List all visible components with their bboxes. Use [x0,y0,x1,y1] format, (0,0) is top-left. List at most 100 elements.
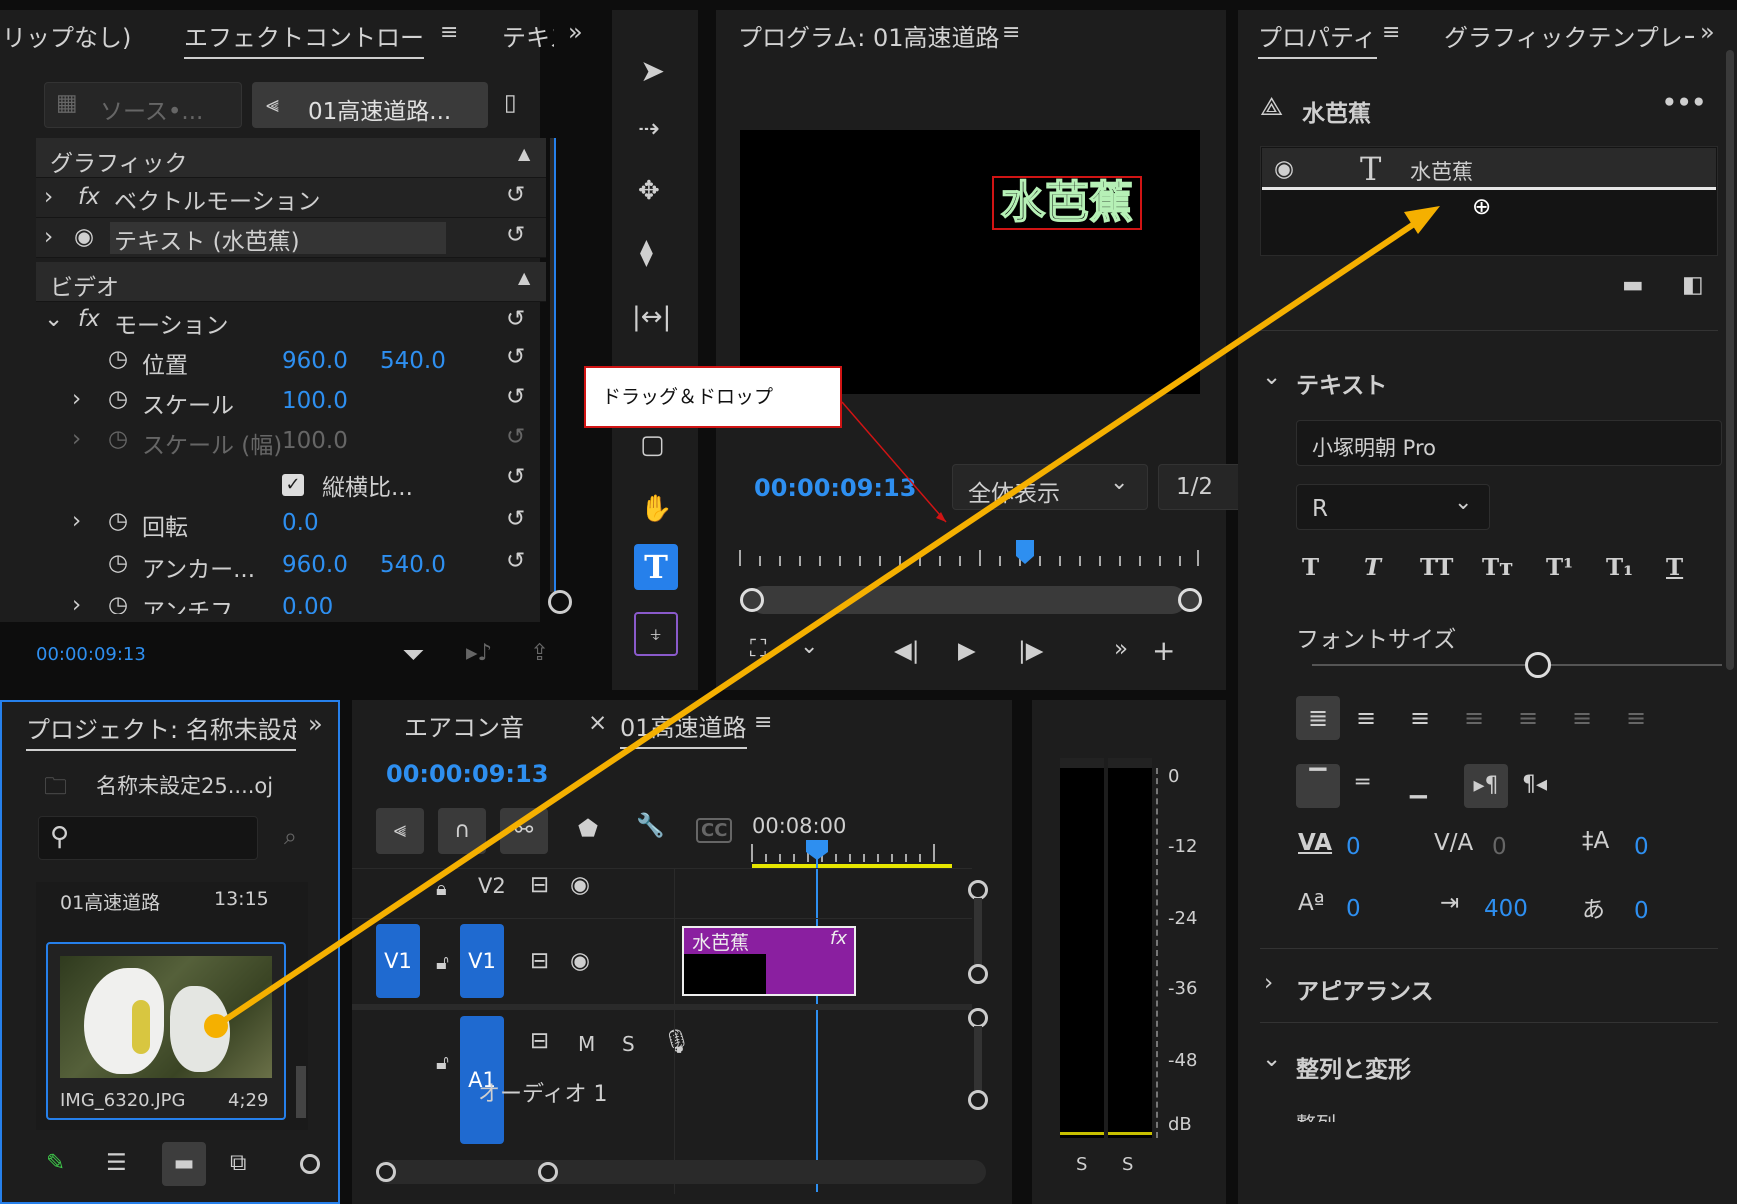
leading-value[interactable]: 0 [1634,834,1649,860]
program-time-ruler[interactable] [739,528,1200,568]
filter-icon[interactable]: ⏷ [402,638,424,672]
tab-audio[interactable]: エアコン音 [404,708,524,743]
anchor-y-value[interactable]: 540.0 [380,552,446,578]
tab-menu-icon[interactable]: ≡ [440,20,458,45]
reset-icon[interactable]: ↺ [506,182,525,208]
eye-icon[interactable]: ◉ [570,872,590,898]
a-scroll-bottom-handle[interactable] [968,1090,988,1110]
expand-icon[interactable]: › [44,224,53,250]
snap-button[interactable]: ∩ [438,808,486,854]
list-view-icon[interactable]: ☰ [106,1150,127,1176]
scrollbar[interactable] [550,138,556,592]
solo-button[interactable]: S [622,1032,635,1056]
step-forward-icon[interactable]: |▶ [1018,638,1043,664]
scrollbar[interactable] [296,1066,306,1118]
step-back-icon[interactable]: ◀| [894,638,919,664]
position-x-value[interactable]: 960.0 [282,348,348,374]
scale-value[interactable]: 100.0 [282,388,348,414]
stopwatch-icon[interactable]: ◷ [108,592,128,614]
justify-center-icon[interactable]: ≡ [1518,704,1538,732]
h-scroll-left-handle[interactable] [376,1162,396,1182]
align-right-icon[interactable]: ≡ [1410,704,1430,732]
kerning-value[interactable]: 0 [1346,834,1361,860]
layer-row[interactable] [1262,148,1716,190]
faux-italic-icon[interactable]: T [1364,554,1381,581]
export-icon[interactable]: ⇪ [530,640,549,666]
justify-right-icon[interactable]: ≡ [1572,704,1592,732]
search-input[interactable] [38,816,258,860]
subscript-icon[interactable]: T₁ [1606,554,1633,581]
source-patch-v1[interactable]: V1 [376,924,420,998]
expand-icon[interactable]: › [1264,970,1273,996]
selection-tool-icon[interactable]: ➤ [640,54,665,89]
anchor-x-value[interactable]: 960.0 [282,552,348,578]
add-button-icon[interactable]: + [1152,634,1175,667]
tab-text[interactable]: テキス [502,18,554,53]
eye-icon[interactable]: ◉ [74,224,94,250]
reset-icon[interactable]: ↺ [506,464,525,490]
vertical-type-tool-icon[interactable]: ⍖ [634,612,678,656]
scrollbar[interactable] [1726,50,1734,670]
tab-effect-controls[interactable]: エフェクトコントロール [184,18,424,59]
zoom-handle-right[interactable] [1178,588,1202,612]
sequence-item-name[interactable]: 01高速道路 [60,888,160,915]
align-left-button[interactable]: ≣ [1296,696,1340,740]
ripple-edit-tool-icon[interactable]: ✥ [638,176,660,206]
voiceover-mic-icon[interactable]: 🎙︎ [662,1028,691,1055]
panel-menu-icon[interactable]: ≡ [754,710,772,735]
panel-menu-icon[interactable]: ≡ [1002,20,1020,45]
stopwatch-icon[interactable]: ◷ [108,346,128,372]
program-timecode[interactable]: 00:00:09:13 [754,474,916,502]
reset-icon[interactable]: ↺ [506,306,525,332]
rtl-direction-icon[interactable]: ¶◂ [1522,772,1547,797]
align-middle-icon[interactable]: ═ [1356,770,1369,795]
timeline-timecode[interactable]: 00:00:09:13 [386,760,548,788]
new-group-icon[interactable]: ▬ [1622,272,1644,298]
zoom-scrollbar[interactable] [750,586,1186,614]
overflow-controls-icon[interactable]: » [1114,636,1128,662]
captions-icon[interactable]: CC [696,818,733,843]
collapse-icon[interactable]: ⌄ [44,306,63,332]
small-caps-icon[interactable]: Tт [1482,554,1513,581]
wrench-icon[interactable]: 🔧 [636,812,665,839]
ltr-direction-button[interactable]: ▸¶ [1464,764,1508,808]
h-scroll-right-handle[interactable] [538,1162,558,1182]
mute-button[interactable]: M [578,1032,595,1056]
expand-icon[interactable]: › [72,592,81,614]
v-scroll-top-handle[interactable] [968,880,988,900]
expand-icon[interactable]: › [72,386,81,412]
new-layer-icon[interactable]: ◧ [1682,272,1704,298]
find-icon[interactable]: ⌕ [284,824,297,850]
font-size-slider-track[interactable] [1312,664,1722,666]
overflow-tabs-icon[interactable]: » [308,710,323,738]
zoom-handle[interactable] [300,1154,320,1174]
add-marker-icon[interactable]: ⬟ [578,816,598,842]
timeline-view-toggle-icon[interactable]: ▯ [504,90,517,116]
baseline-shift-value[interactable]: 0 [1346,896,1361,922]
solo-left-button[interactable]: S [1076,1154,1087,1175]
position-y-value[interactable]: 540.0 [380,348,446,374]
collapse-icon[interactable]: ⌄ [1262,1046,1281,1072]
track-target-v1[interactable]: V1 [460,924,504,998]
stopwatch-icon[interactable]: ◷ [108,508,128,534]
stopwatch-icon[interactable]: ◷ [108,386,128,412]
stopwatch-icon[interactable]: ◷ [108,550,128,576]
align-top-button[interactable]: ▔ [1296,764,1340,808]
graphic-clip[interactable]: 水芭蕉 fx [682,926,856,996]
rotation-value[interactable]: 0.0 [282,510,319,536]
reset-icon[interactable]: ↺ [506,506,525,532]
play-icon[interactable]: ▶ [958,638,976,664]
tab-sequence[interactable]: 01高速道路 [620,708,747,749]
collapse-icon[interactable]: ⌄ [1262,364,1281,390]
collapse-up-icon[interactable]: ▲ [518,268,530,287]
reset-icon[interactable]: ↺ [506,344,525,370]
h-scroll-track[interactable] [376,1160,986,1184]
track-select-tool-icon[interactable]: ⇢ [638,114,660,144]
freeform-view-icon[interactable]: ⧉ [230,1150,246,1176]
justify-all-icon[interactable]: ≡ [1626,704,1646,732]
eye-icon[interactable]: ◉ [1274,156,1294,182]
a-scroll-top-handle[interactable] [968,1008,988,1028]
project-title[interactable]: プロジェクト: 名称未設定 [26,710,296,751]
overflow-tabs-icon[interactable]: » [1700,18,1715,46]
superscript-icon[interactable]: T¹ [1546,554,1573,581]
